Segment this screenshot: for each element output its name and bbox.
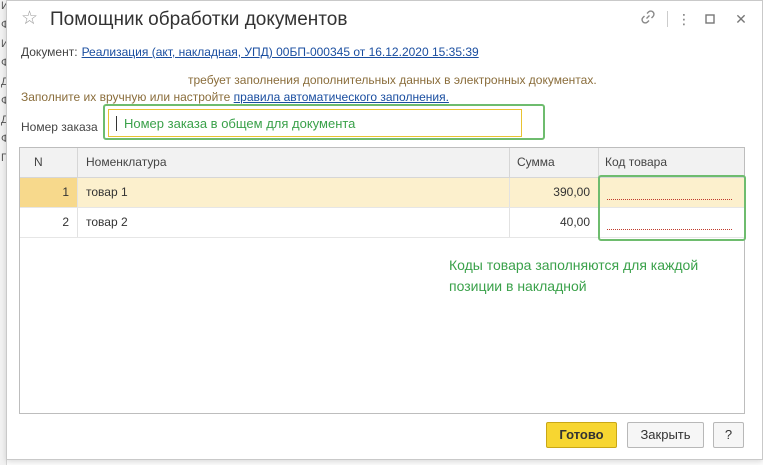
document-link[interactable]: Реализация (акт, накладная, УПД) 00БП-00… — [82, 45, 479, 59]
close-button[interactable]: Закрыть — [627, 422, 704, 448]
info-note-line1: требует заполнения дополнительных данных… — [188, 73, 597, 87]
info-note-text: Заполните их вручную или настройте — [21, 90, 234, 104]
column-header-product-code[interactable]: Код товара — [605, 148, 667, 177]
order-number-field[interactable] — [108, 109, 522, 137]
column-header-sum[interactable]: Сумма — [517, 148, 555, 177]
row-item-name[interactable]: товар 1 — [86, 178, 128, 207]
order-number-label: Номер заказа — [21, 120, 98, 134]
column-header-n[interactable]: N — [34, 148, 43, 177]
text-caret — [116, 116, 117, 131]
annotation-line: позиции в накладной — [449, 278, 587, 294]
column-divider — [77, 148, 78, 177]
document-assistant-dialog: ☆ Помощник обработки документов ⋮ ✕ Доку… — [6, 0, 763, 460]
row-sum[interactable]: 390,00 — [509, 178, 590, 207]
star-icon[interactable]: ☆ — [21, 9, 38, 29]
autofill-rules-link[interactable]: правила автоматического заполнения. — [234, 90, 449, 104]
annotation-text: Коды товара заполняются для каждой позиц… — [449, 255, 749, 297]
close-icon[interactable]: ✕ — [730, 9, 752, 29]
column-divider — [598, 148, 599, 177]
column-divider — [509, 148, 510, 177]
column-header-nomenclature[interactable]: Номенклатура — [86, 148, 167, 177]
order-number-input[interactable] — [122, 111, 516, 135]
maximize-icon[interactable] — [699, 9, 721, 29]
annotation-highlight-codes — [598, 175, 746, 241]
help-button[interactable]: ? — [713, 422, 744, 448]
row-number: 2 — [62, 215, 69, 229]
done-button[interactable]: Готово — [546, 422, 617, 448]
info-note-line2: Заполните их вручную или настройте прави… — [21, 90, 449, 104]
document-label: Документ: — [21, 45, 78, 59]
title-separator — [667, 11, 668, 27]
window-title: Помощник обработки документов — [50, 9, 348, 30]
annotation-line: Коды товара заполняются для каждой — [449, 257, 699, 273]
title-bar: ☆ Помощник обработки документов ⋮ ✕ — [7, 1, 762, 37]
document-row: Документ: Реализация (акт, накладная, УПД… — [21, 45, 479, 59]
table-header: N Номенклатура Сумма Код товара — [20, 148, 744, 178]
link-icon[interactable] — [637, 9, 659, 29]
column-divider — [77, 208, 78, 237]
row-number: 1 — [62, 185, 69, 199]
more-icon[interactable]: ⋮ — [673, 9, 695, 29]
column-divider — [77, 178, 78, 207]
row-item-name[interactable]: товар 2 — [86, 208, 128, 237]
row-sum[interactable]: 40,00 — [509, 208, 590, 237]
